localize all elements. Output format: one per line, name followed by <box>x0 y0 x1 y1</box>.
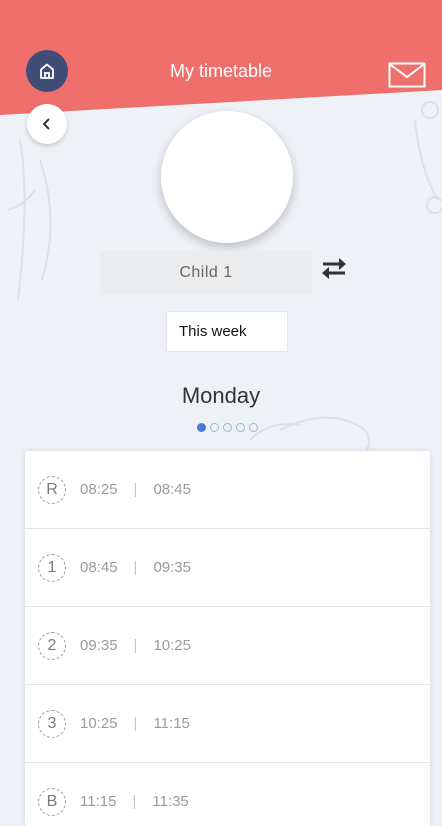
start-time: 10:25 <box>80 715 118 732</box>
page-dot[interactable] <box>210 423 219 432</box>
page-title: My timetable <box>169 61 273 81</box>
period-badge: 1 <box>38 553 66 582</box>
page-dot[interactable] <box>236 423 245 432</box>
list-item[interactable]: 3 10:25 | 11:15 <box>25 685 430 763</box>
start-time: 11:15 <box>80 793 117 810</box>
swap-child-button[interactable] <box>320 256 348 280</box>
list-item[interactable]: 2 09:35 | 10:25 <box>25 607 430 685</box>
period-badge: B <box>38 787 66 816</box>
separator: | <box>132 793 137 810</box>
avatar <box>161 111 293 243</box>
end-time: 11:35 <box>152 793 189 810</box>
list-item[interactable]: R 08:25 | 08:45 <box>25 451 430 529</box>
child-selector[interactable]: Child 1 <box>100 251 312 295</box>
header-background <box>0 0 442 115</box>
period-badge: 3 <box>38 709 66 738</box>
end-time: 11:15 <box>153 715 190 732</box>
end-time: 10:25 <box>153 637 191 654</box>
mail-button[interactable] <box>388 62 426 88</box>
swap-arrows-icon <box>322 258 346 279</box>
chevron-left-icon <box>42 118 50 130</box>
period-badge: 2 <box>38 631 66 660</box>
timetable-list: R 08:25 | 08:45 1 08:45 | 09:35 2 09:35 … <box>25 451 430 826</box>
end-time: 08:45 <box>153 481 191 498</box>
day-pagination <box>197 423 258 432</box>
mail-icon <box>388 62 426 88</box>
list-item[interactable]: B 11:15 | 11:35 <box>25 763 430 826</box>
page-dot[interactable] <box>223 423 232 432</box>
separator: | <box>133 637 138 654</box>
header <box>0 0 442 120</box>
start-time: 08:25 <box>80 481 118 498</box>
end-time: 09:35 <box>153 559 191 576</box>
start-time: 09:35 <box>80 637 118 654</box>
start-time: 08:45 <box>80 559 118 576</box>
list-item[interactable]: 1 08:45 | 09:35 <box>25 529 430 607</box>
back-button[interactable] <box>27 104 67 144</box>
day-title: Monday <box>181 383 261 408</box>
period-badge: R <box>38 475 66 504</box>
separator: | <box>133 481 138 498</box>
week-selector[interactable]: This week <box>166 311 288 352</box>
separator: | <box>133 715 138 732</box>
page-dot[interactable] <box>249 423 258 432</box>
page-dot[interactable] <box>197 423 206 432</box>
separator: | <box>133 559 138 576</box>
